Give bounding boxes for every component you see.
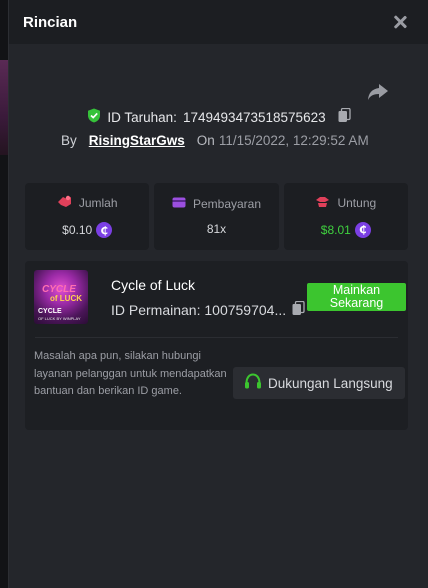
- coin-icon: ₵: [96, 222, 113, 238]
- stat-value: 81x: [206, 222, 227, 236]
- modal-title: Rincian: [23, 13, 78, 31]
- headset-icon: [244, 373, 262, 393]
- share-icon[interactable]: [367, 82, 389, 102]
- live-support-button[interactable]: Dukungan Langsung: [233, 367, 405, 399]
- bet-details-modal: Rincian ID Taruhan: 1749493473518575623 …: [8, 0, 428, 588]
- bet-datetime: 11/15/2022, 12:29:52 AM: [218, 133, 369, 148]
- bet-id-value: 1749493473518575623: [182, 109, 326, 125]
- divider: [35, 337, 398, 338]
- thumbnail-text: OF LUCK BY WINPLAY: [38, 316, 81, 321]
- profit-icon: [315, 196, 330, 211]
- support-help-text: Masalah apa pun, silakan hubungi layanan…: [34, 350, 227, 397]
- bet-id-row: ID Taruhan: 1749493473518575623: [9, 107, 428, 126]
- wallet-icon: [172, 197, 186, 211]
- username-link[interactable]: RisingStarGws: [89, 133, 185, 148]
- stat-label: Jumlah: [78, 196, 118, 210]
- stat-value: $8.01: [320, 222, 351, 237]
- close-icon[interactable]: [392, 14, 408, 30]
- coin-icon: ₵: [354, 221, 371, 238]
- game-card: CYCLE of LUCK CYCLE OF LUCK BY WINPLAY C…: [25, 261, 408, 430]
- stat-value: $0.10: [62, 223, 93, 237]
- modal-header: Rincian: [9, 0, 428, 44]
- bet-amount-icon: [57, 195, 72, 211]
- verified-shield-icon: [87, 108, 101, 126]
- copy-bet-id-icon[interactable]: [338, 107, 351, 126]
- stat-label: Pembayaran: [192, 197, 262, 211]
- copy-game-id-icon[interactable]: [292, 300, 305, 319]
- thumbnail-text: CYCLE: [38, 308, 62, 315]
- thumbnail-text: of LUCK: [50, 294, 82, 303]
- by-label: By: [61, 133, 77, 148]
- bet-id-label: ID Taruhan:: [107, 109, 177, 125]
- stat-payout: Pembayaran 81x: [154, 183, 279, 250]
- stat-amount: Jumlah $0.10 ₵: [25, 183, 150, 250]
- game-id-text: ID Permainan: 100759704...: [111, 302, 287, 318]
- background-thumbnail: [0, 60, 8, 155]
- on-label: On: [196, 133, 215, 148]
- live-support-label: Dukungan Langsung: [268, 375, 393, 391]
- bet-author-row: By RisingStarGws On 11/15/2022, 12:29:52…: [61, 133, 369, 148]
- bet-stats: Jumlah $0.10 ₵ Pembayaran 81x Untung $8.…: [25, 183, 408, 250]
- game-name[interactable]: Cycle of Luck: [111, 277, 195, 293]
- background-page: [0, 0, 8, 588]
- stat-label: Untung: [337, 196, 377, 210]
- stat-profit: Untung $8.01 ₵: [283, 183, 408, 250]
- game-thumbnail[interactable]: CYCLE of LUCK CYCLE OF LUCK BY WINPLAY: [34, 270, 88, 324]
- play-now-button[interactable]: Mainkan Sekarang: [307, 283, 406, 311]
- game-id-row: ID Permainan: 100759704...: [111, 300, 305, 319]
